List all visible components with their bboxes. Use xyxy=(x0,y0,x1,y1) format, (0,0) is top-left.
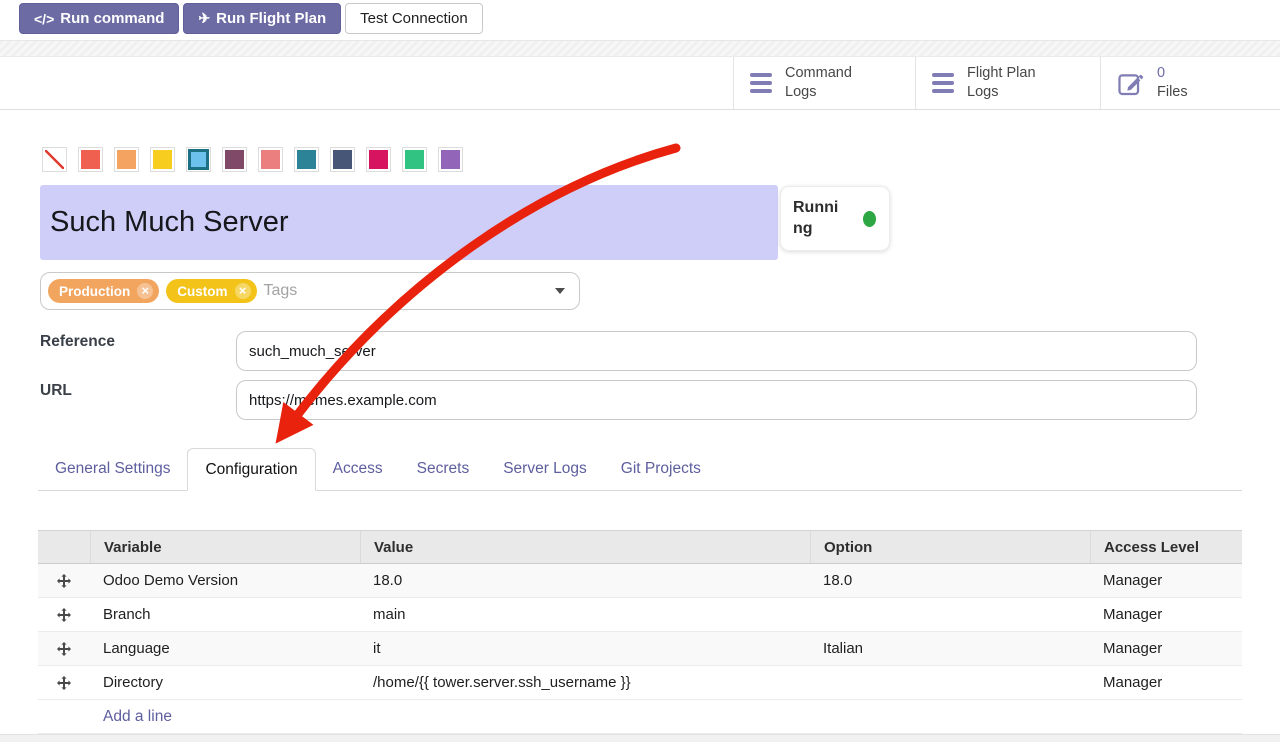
toolbar: </> Run command ✈ Run Flight Plan Test C… xyxy=(19,3,483,34)
server-form-page: </> Run command ✈ Run Flight Plan Test C… xyxy=(0,0,1280,742)
tab-access[interactable]: Access xyxy=(316,448,400,490)
status-running-dot xyxy=(863,211,876,227)
cell-option[interactable]: 18.0 xyxy=(810,572,1090,589)
color-picker xyxy=(42,147,463,172)
tag-custom-label: Custom xyxy=(177,284,227,299)
cell-option[interactable]: Italian xyxy=(810,640,1090,657)
run-flight-plan-label: Run Flight Plan xyxy=(216,10,326,27)
col-variable[interactable]: Variable xyxy=(90,531,360,563)
reference-input[interactable] xyxy=(236,331,1197,371)
swatch-orange[interactable] xyxy=(114,147,139,172)
code-icon: </> xyxy=(34,11,54,27)
cell-variable[interactable]: Directory xyxy=(90,674,360,691)
swatch-red[interactable] xyxy=(78,147,103,172)
tag-production-remove-icon[interactable]: × xyxy=(137,283,153,299)
swatch-light-blue-selected[interactable] xyxy=(186,147,211,172)
test-connection-button[interactable]: Test Connection xyxy=(345,3,483,34)
record-title: Such Much Server xyxy=(50,206,289,239)
tag-production[interactable]: Production × xyxy=(48,279,159,303)
cell-variable[interactable]: Branch xyxy=(90,606,360,623)
status-widget[interactable]: Running xyxy=(780,186,890,251)
swatch-purple[interactable] xyxy=(438,147,463,172)
run-flight-plan-button[interactable]: ✈ Run Flight Plan xyxy=(183,3,341,34)
notebook-tabs: General Settings Configuration Access Se… xyxy=(38,448,1242,491)
files-label: Files xyxy=(1157,83,1243,102)
drag-handle-icon[interactable] xyxy=(57,676,71,690)
add-line-link[interactable]: Add a line xyxy=(103,708,172,726)
flight-plan-logs-label: Flight Plan Logs xyxy=(967,64,1053,102)
url-label: URL xyxy=(40,382,72,400)
swatch-no-color[interactable] xyxy=(42,147,67,172)
command-logs-label: Command Logs xyxy=(785,64,871,102)
drag-handle-icon[interactable] xyxy=(57,574,71,588)
command-logs-button[interactable]: Command Logs xyxy=(733,57,915,109)
table-row[interactable]: Odoo Demo Version 18.0 18.0 Manager xyxy=(38,564,1242,598)
swatch-salmon-pink[interactable] xyxy=(258,147,283,172)
col-value[interactable]: Value xyxy=(360,531,810,563)
reference-label: Reference xyxy=(40,333,115,351)
run-command-label: Run command xyxy=(60,10,164,27)
page-bottom-strip xyxy=(0,734,1280,742)
swatch-fuchsia[interactable] xyxy=(366,147,391,172)
tags-dropdown-caret-icon[interactable] xyxy=(555,288,565,294)
tab-git-projects[interactable]: Git Projects xyxy=(604,448,718,490)
files-count: 0 xyxy=(1157,64,1243,83)
swatch-green[interactable] xyxy=(402,147,427,172)
table-row[interactable]: Branch main Manager xyxy=(38,598,1242,632)
cell-access-level[interactable]: Manager xyxy=(1090,674,1242,691)
cell-variable[interactable]: Odoo Demo Version xyxy=(90,572,360,589)
tags-field[interactable]: Production × Custom × Tags xyxy=(40,272,580,310)
status-label: Running xyxy=(793,198,845,240)
drag-handle-icon[interactable] xyxy=(57,608,71,622)
tag-custom[interactable]: Custom × xyxy=(166,279,256,303)
list-icon xyxy=(932,73,954,93)
files-button[interactable]: 0 Files xyxy=(1100,57,1280,109)
swatch-dark-blue[interactable] xyxy=(330,147,355,172)
configuration-table: Variable Value Option Access Level Odoo … xyxy=(38,530,1242,734)
cell-value[interactable]: 18.0 xyxy=(360,572,810,589)
cell-variable[interactable]: Language xyxy=(90,640,360,657)
table-row[interactable]: Directory /home/{{ tower.server.ssh_user… xyxy=(38,666,1242,700)
tab-server-logs[interactable]: Server Logs xyxy=(486,448,604,490)
swatch-dark-purple[interactable] xyxy=(222,147,247,172)
swatch-teal[interactable] xyxy=(294,147,319,172)
record-title-field[interactable]: Such Much Server xyxy=(40,185,778,260)
cell-access-level[interactable]: Manager xyxy=(1090,606,1242,623)
tag-custom-remove-icon[interactable]: × xyxy=(235,283,251,299)
add-line-row: Add a line xyxy=(38,700,1242,734)
swatch-yellow[interactable] xyxy=(150,147,175,172)
flight-plan-logs-button[interactable]: Flight Plan Logs xyxy=(915,57,1100,109)
test-connection-label: Test Connection xyxy=(360,10,468,27)
stat-button-box: Command Logs Flight Plan Logs 0 Files xyxy=(0,57,1280,110)
cell-access-level[interactable]: Manager xyxy=(1090,572,1242,589)
list-icon xyxy=(750,73,772,93)
cell-value[interactable]: it xyxy=(360,640,810,657)
edit-file-icon xyxy=(1117,70,1144,97)
plane-icon: ✈ xyxy=(198,10,210,27)
table-header: Variable Value Option Access Level xyxy=(38,530,1242,564)
cell-access-level[interactable]: Manager xyxy=(1090,640,1242,657)
col-access-level[interactable]: Access Level xyxy=(1090,531,1242,563)
cell-value[interactable]: /home/{{ tower.server.ssh_username }} xyxy=(360,674,810,691)
cell-value[interactable]: main xyxy=(360,606,810,623)
run-command-button[interactable]: </> Run command xyxy=(19,3,179,34)
divider-strip xyxy=(0,40,1280,57)
tab-configuration[interactable]: Configuration xyxy=(187,448,315,491)
url-input[interactable] xyxy=(236,380,1197,420)
drag-handle-icon[interactable] xyxy=(57,642,71,656)
col-option[interactable]: Option xyxy=(810,531,1090,563)
tab-general-settings[interactable]: General Settings xyxy=(38,448,187,490)
tab-secrets[interactable]: Secrets xyxy=(400,448,487,490)
table-row[interactable]: Language it Italian Manager xyxy=(38,632,1242,666)
tag-production-label: Production xyxy=(59,284,130,299)
tags-placeholder: Tags xyxy=(264,282,298,300)
